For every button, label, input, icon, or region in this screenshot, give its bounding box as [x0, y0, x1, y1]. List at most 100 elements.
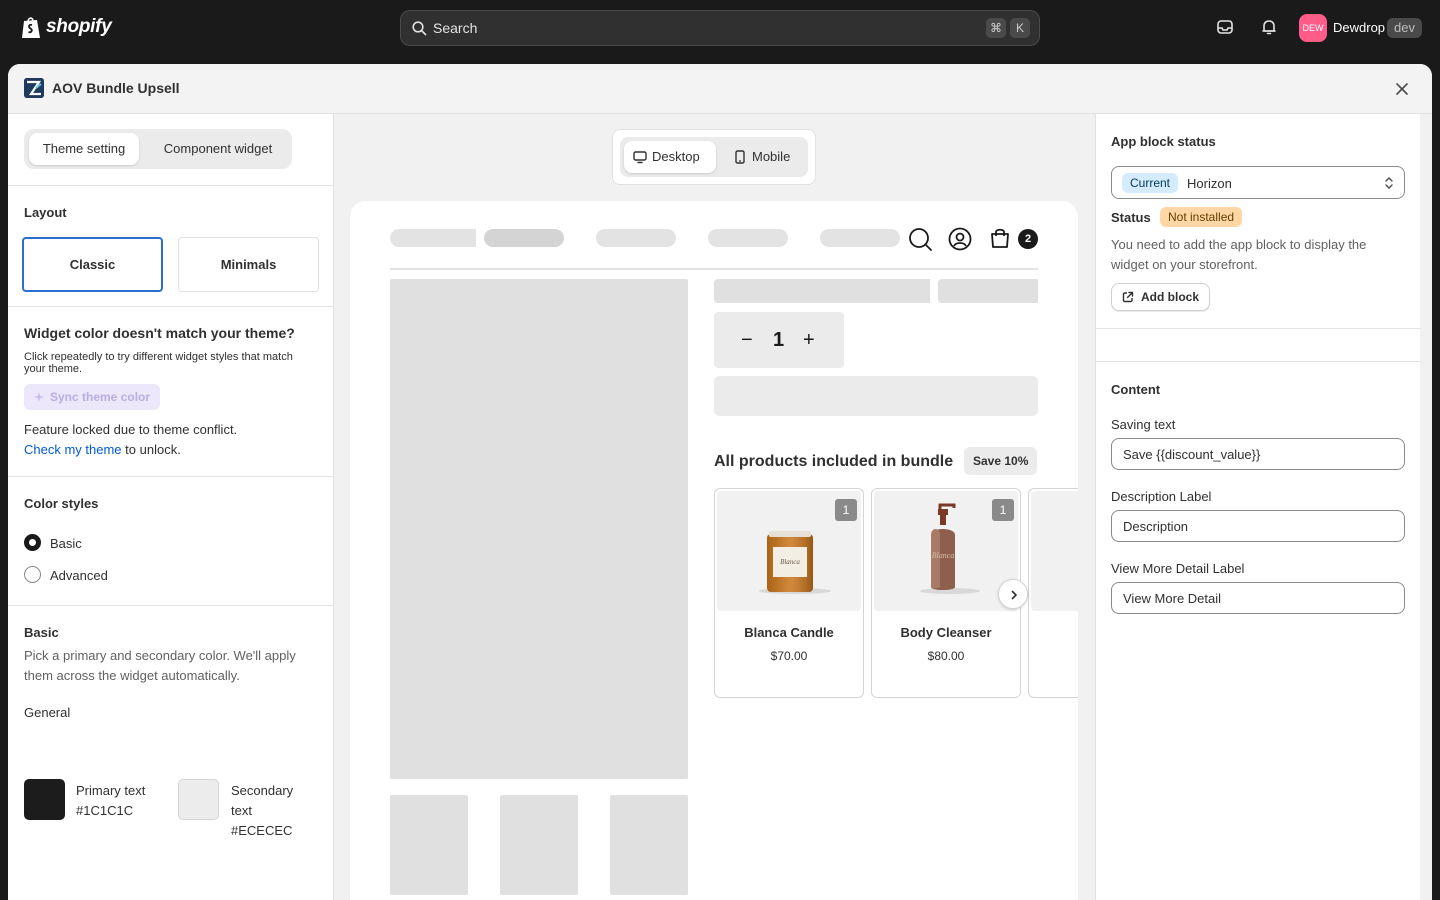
- theme-select[interactable]: Current Horizon: [1111, 166, 1405, 199]
- layout-minimals-option[interactable]: Minimals: [178, 237, 319, 292]
- divider: [1096, 328, 1421, 329]
- shortcut-k-key: K: [1010, 18, 1030, 38]
- carousel-next-button[interactable]: [998, 579, 1028, 609]
- basic-desc: Pick a primary and secondary color. We'l…: [24, 648, 296, 683]
- add-block-label: Add block: [1141, 290, 1200, 304]
- product-image: [1031, 491, 1078, 611]
- tab-component-widget[interactable]: Component widget: [148, 133, 288, 165]
- search-bar[interactable]: Search ⌘ K: [400, 10, 1040, 46]
- view-more-label-input[interactable]: [1111, 582, 1405, 614]
- primary-color-label: Primary text: [76, 783, 146, 798]
- description-label-label: Description Label: [1111, 489, 1212, 504]
- view-more-label-label: View More Detail Label: [1111, 561, 1245, 576]
- radio-advanced[interactable]: [24, 566, 41, 583]
- tab-theme-setting[interactable]: Theme setting: [29, 133, 139, 165]
- bundle-title: All products included in bundle: [714, 453, 954, 470]
- mismatch-title: Widget color doesn't match your theme?: [24, 325, 295, 341]
- bundle-product-card-partial[interactable]: [1028, 488, 1078, 698]
- product-price: $80.00: [927, 649, 965, 663]
- qty-plus-button[interactable]: +: [803, 329, 815, 352]
- color-styles-title: Color styles: [24, 496, 99, 511]
- settings-panel: Theme setting Component widget Layout Cl…: [8, 114, 334, 900]
- cart-icon[interactable]: [989, 227, 1011, 249]
- svg-text:Blanca: Blanca: [780, 558, 800, 566]
- store-name[interactable]: Dewdrop: [1333, 20, 1385, 35]
- qty-value: 1: [773, 329, 785, 351]
- thumbnail-placeholder: [610, 795, 688, 895]
- title-placeholder: [714, 279, 930, 303]
- shopify-wordmark: shopify: [46, 16, 112, 37]
- basic-title: Basic: [24, 625, 59, 640]
- close-icon[interactable]: [1393, 80, 1411, 98]
- layout-title: Layout: [24, 205, 67, 220]
- account-icon[interactable]: [948, 227, 972, 251]
- check-theme-link[interactable]: Check my theme: [24, 442, 122, 457]
- save-badge: Save 10%: [964, 447, 1038, 475]
- radio-basic-label[interactable]: Basic: [50, 536, 82, 551]
- store-avatar[interactable]: DEW: [1299, 14, 1327, 42]
- inbox-icon[interactable]: [1216, 18, 1234, 36]
- unlock-text: to unlock.: [121, 442, 181, 457]
- title-placeholder: [938, 279, 1038, 303]
- tab-desktop[interactable]: Desktop: [624, 141, 716, 173]
- product-image: Blanca 1: [874, 491, 1018, 611]
- qty-minus-button[interactable]: −: [741, 329, 753, 352]
- external-link-icon: [1122, 291, 1134, 303]
- add-block-button[interactable]: Add block: [1111, 283, 1211, 311]
- saving-text-input[interactable]: [1111, 438, 1405, 470]
- preview-area: Desktop Mobile 2 − 1 + All products incl…: [335, 114, 1094, 900]
- top-bar: shopify Search ⌘ K DEW Dewdrop dev: [0, 0, 1440, 56]
- quantity-stepper[interactable]: − 1 +: [714, 312, 844, 368]
- store-search-icon[interactable]: [908, 227, 932, 251]
- status-desc: You need to add the app block to display…: [1111, 237, 1367, 272]
- divider: [1096, 361, 1421, 362]
- thumbnail-placeholder: [500, 795, 578, 895]
- locked-text: Feature locked due to theme conflict.: [24, 422, 238, 437]
- unlock-line: Check my theme to unlock.: [24, 442, 181, 457]
- search-placeholder: Search: [433, 20, 478, 36]
- skeleton-nav: [484, 229, 564, 247]
- secondary-color-swatch[interactable]: [178, 779, 219, 820]
- tab-mobile[interactable]: Mobile: [724, 141, 804, 173]
- bell-icon[interactable]: [1260, 18, 1278, 36]
- nav-divider: [390, 268, 1038, 270]
- product-image: Blanca 1: [717, 491, 861, 611]
- modal-title: AOV Bundle Upsell: [52, 80, 180, 96]
- secondary-color-value: #ECECEC: [231, 823, 293, 838]
- primary-color-text: Primary text #1C1C1C: [76, 781, 145, 821]
- product-qty-badge: 1: [992, 499, 1014, 521]
- skeleton-nav: [708, 229, 788, 247]
- status-content-panel: App block status Current Horizon Status …: [1095, 114, 1421, 900]
- mobile-icon: [735, 150, 745, 164]
- skeleton-nav: [390, 229, 476, 247]
- product-name: Blanca Candle: [744, 625, 834, 640]
- chevron-right-icon: [1011, 590, 1017, 600]
- sync-theme-color-button[interactable]: Sync theme color: [24, 384, 161, 410]
- theme-select-value: Horizon: [1187, 176, 1232, 191]
- sparkle-icon: [34, 392, 44, 402]
- status-badge: Not installed: [1160, 207, 1243, 227]
- radio-advanced-label[interactable]: Advanced: [50, 568, 108, 583]
- desktop-icon: [633, 151, 647, 164]
- layout-classic-option[interactable]: Classic: [22, 237, 163, 292]
- app-block-status-title: App block status: [1111, 134, 1216, 149]
- radio-basic[interactable]: [24, 534, 41, 551]
- general-label: General: [24, 705, 71, 720]
- skeleton-nav: [820, 229, 900, 247]
- primary-color-value: #1C1C1C: [76, 803, 134, 818]
- shortcut-cmd-key: ⌘: [986, 18, 1006, 38]
- product-image-placeholder: [390, 279, 688, 779]
- content-title: Content: [1111, 382, 1161, 397]
- primary-color-swatch[interactable]: [24, 779, 65, 820]
- secondary-color-label: Secondary text: [231, 783, 294, 818]
- product-price: $70.00: [770, 649, 808, 663]
- bundle-product-card[interactable]: Blanca 1 Blanca Candle $70.00: [714, 488, 864, 698]
- settings-tabs: Theme setting Component widget: [24, 129, 292, 169]
- description-label-input[interactable]: [1111, 510, 1405, 542]
- shopify-logo[interactable]: shopify: [20, 15, 112, 39]
- app-modal: AOV Bundle Upsell Theme setting Componen…: [8, 64, 1432, 900]
- status-label: Status: [1111, 210, 1151, 225]
- svg-text:Blanca: Blanca: [932, 551, 955, 560]
- secondary-color-text: Secondary text #ECECEC: [231, 781, 311, 841]
- thumbnail-placeholder: [390, 795, 468, 895]
